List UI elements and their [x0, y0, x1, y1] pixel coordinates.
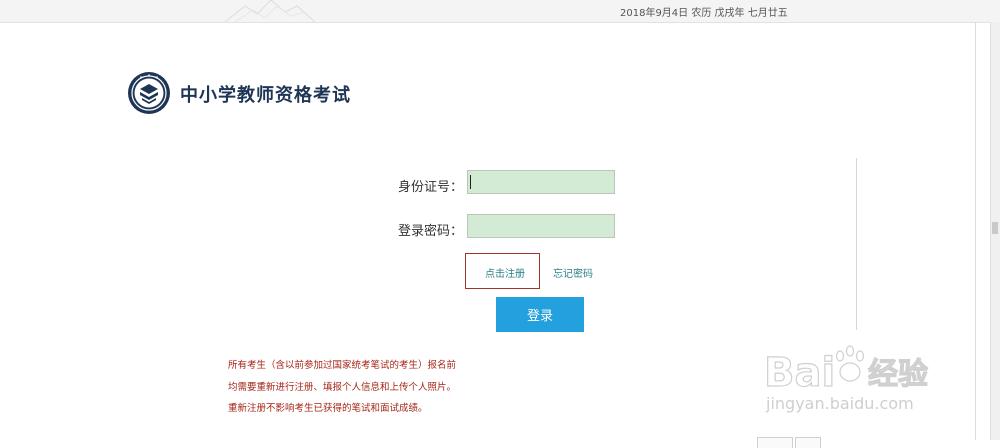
top-bar: 2018年9月4日 农历 戊戌年 七月廿五 — [0, 0, 1000, 23]
bottom-control[interactable] — [757, 437, 793, 448]
date-text: 2018年9月4日 农历 戊戌年 七月廿五 — [620, 8, 788, 19]
exam-emblem-icon — [128, 72, 170, 114]
password-label: 登录密码： — [397, 224, 463, 239]
id-number-label: 身份证号： — [397, 180, 463, 195]
page-right-border — [975, 22, 976, 440]
text-cursor — [470, 175, 471, 189]
notice-line: 所有考生（含以前参加过国家统考笔试的考生）报名前 — [228, 360, 457, 371]
paw-icon — [835, 345, 865, 382]
mountain-decoration-icon — [225, 0, 315, 22]
scrollbar-thumb[interactable] — [992, 222, 998, 234]
vertical-divider — [856, 158, 857, 330]
register-link[interactable]: 点击注册 — [485, 265, 525, 280]
watermark-brand-suffix: 经验 — [868, 357, 928, 392]
forgot-password-link[interactable]: 忘记密码 — [553, 265, 593, 280]
notice-line: 均需要重新进行注册、填报个人信息和上传个人照片。 — [228, 382, 457, 393]
password-input[interactable] — [467, 214, 615, 238]
watermark-brand: Bai — [764, 350, 835, 396]
id-number-input[interactable] — [467, 170, 615, 194]
watermark-url: jingyan.baidu.com — [766, 394, 914, 413]
login-button[interactable]: 登录 — [496, 297, 584, 332]
bottom-control[interactable] — [795, 437, 821, 448]
notice-line: 重新注册不影响考生已获得的笔试和面试成绩。 — [228, 403, 428, 414]
site-title: 中小学教师资格考试 — [180, 85, 351, 106]
